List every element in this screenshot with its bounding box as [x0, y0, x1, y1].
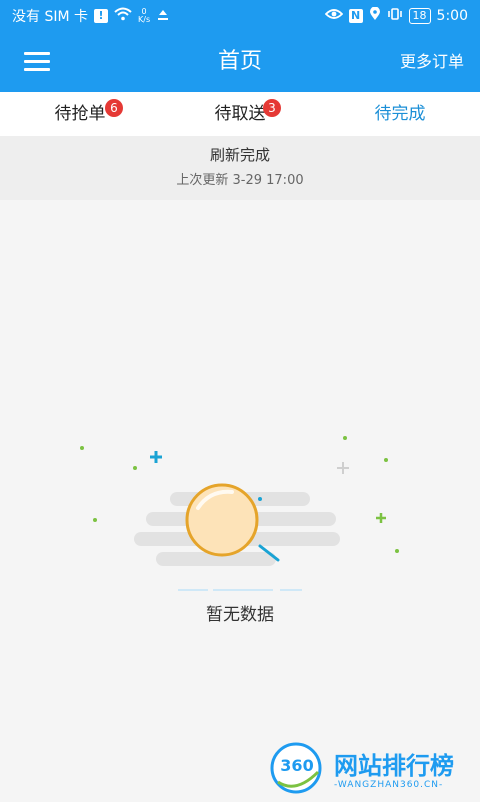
- location-icon: [369, 6, 381, 25]
- net-speed: 0 K/s: [138, 8, 150, 24]
- order-tabs: 待抢单 6 待取送 3 待完成: [0, 92, 480, 136]
- empty-state-text: 暂无数据: [206, 605, 274, 625]
- tab-label: 待取送: [214, 104, 266, 124]
- tab-count-badge: 3: [263, 99, 281, 117]
- tab-label: 待完成: [374, 104, 426, 124]
- tab-pending-complete[interactable]: 待完成: [320, 92, 480, 136]
- upload-icon: [156, 7, 170, 25]
- empty-divider: [213, 589, 273, 591]
- empty-divider: [280, 589, 302, 591]
- status-left: 没有 SIM 卡 ! 0 K/s: [12, 6, 170, 26]
- last-update-time: 上次更新 3-29 17:00: [176, 173, 304, 188]
- wifi-icon: [114, 7, 132, 25]
- eye-icon: [324, 8, 343, 24]
- tab-pending-pickup[interactable]: 待取送 3: [160, 92, 320, 136]
- vibrate-icon: [387, 8, 403, 24]
- watermark-brand: 网站排行榜: [334, 752, 454, 780]
- status-right: N 18 5:00: [324, 6, 468, 25]
- watermark-logo-text: 360: [280, 756, 314, 775]
- more-orders-button[interactable]: 更多订单: [400, 32, 464, 92]
- empty-illustration: [60, 420, 420, 610]
- tab-label: 待抢单: [54, 104, 106, 124]
- refresh-status: 刷新完成: [209, 146, 270, 164]
- nfc-icon: N: [348, 9, 363, 23]
- app-bar: 首页 更多订单: [0, 32, 480, 92]
- watermark-sub: -WANGZHAN360.CN-: [334, 780, 444, 790]
- watermark: 360 网站排行榜 -WANGZHAN360.CN-: [262, 742, 478, 798]
- clock-text: 5:00: [436, 8, 468, 24]
- status-bar: 没有 SIM 卡 ! 0 K/s N 18 5:00: [0, 0, 480, 32]
- carrier-text: 没有 SIM 卡: [12, 9, 88, 25]
- empty-divider: [178, 589, 208, 591]
- tab-count-badge: 6: [105, 99, 123, 117]
- refresh-header: 刷新完成 上次更新 3-29 17:00: [0, 136, 480, 200]
- net-speed-unit: K/s: [138, 15, 151, 24]
- battery-icon: 18: [408, 8, 431, 24]
- tab-pending-grab[interactable]: 待抢单 6: [0, 92, 160, 136]
- alert-icon: !: [94, 9, 108, 23]
